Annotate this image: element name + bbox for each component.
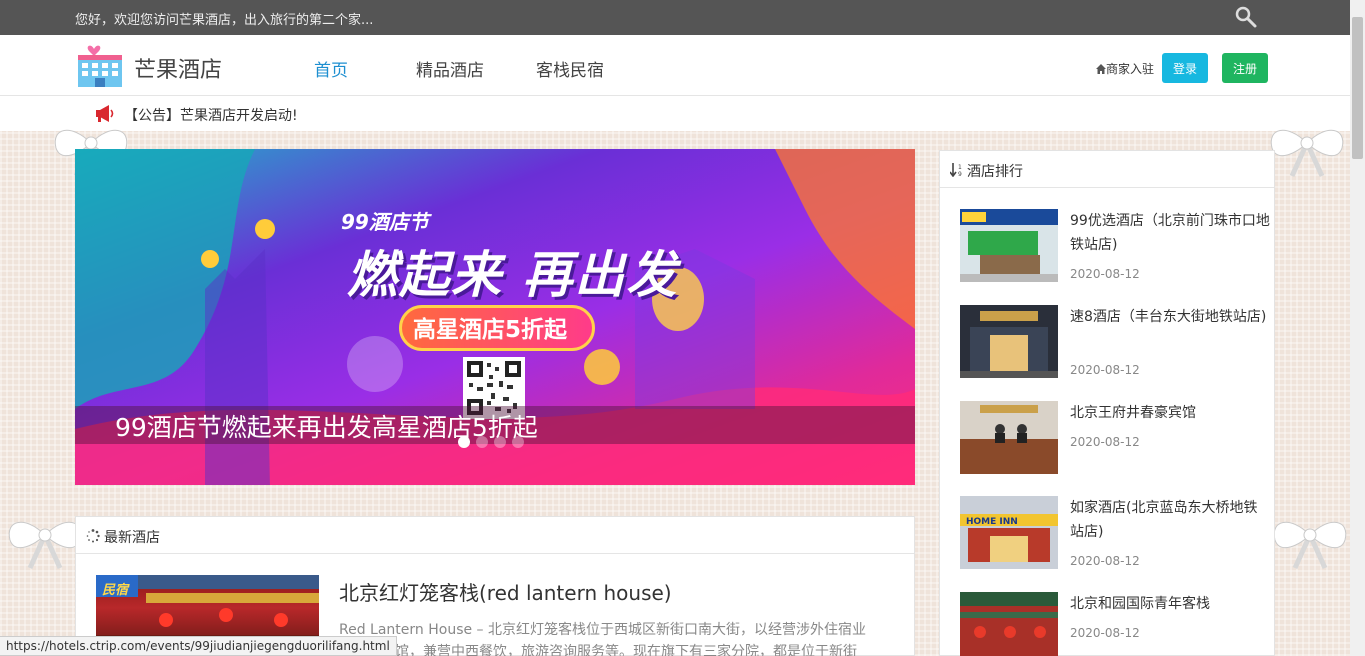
latest-hotel-name[interactable]: 北京红灯笼客栈(red lantern house) <box>339 577 672 606</box>
hotel-thumbnail[interactable] <box>960 209 1058 282</box>
ranking-date: 2020-08-12 <box>1070 554 1140 568</box>
homestay-badge: 民宿 <box>102 583 129 598</box>
ranking-header: 1 9 酒店排行 <box>940 151 1274 188</box>
sort-icon: 1 9 <box>950 163 962 177</box>
welcome-text: 您好，欢迎您访问芒果酒店，出入旅行的第二个家... <box>75 13 374 28</box>
login-button[interactable]: 登录 <box>1162 53 1208 83</box>
carousel-dot[interactable] <box>476 436 488 448</box>
banner-discount-text: 高星酒店5折起 <box>413 317 568 343</box>
carousel-dot[interactable] <box>512 436 524 448</box>
nav-home[interactable]: 首页 <box>314 56 348 81</box>
ranking-hotel-name[interactable]: 速8酒店（丰台东大街地铁站店) <box>1070 305 1270 329</box>
hotel-thumbnail[interactable] <box>960 401 1058 474</box>
nav-boutique-hotels[interactable]: 精品酒店 <box>416 56 484 81</box>
home-icon <box>1096 64 1106 74</box>
site-title[interactable]: 芒果酒店 <box>134 52 222 84</box>
banner-caption[interactable]: 99酒店节燃起来再出发高星酒店5折起 <box>115 408 538 444</box>
promo-banner-carousel[interactable]: 99酒店节 燃起来 再出发 高星酒店5折起 99酒店节燃起来再出发高星酒店5折起 <box>75 149 915 485</box>
ranking-title: 酒店排行 <box>967 164 1023 180</box>
search-icon[interactable] <box>1234 5 1258 29</box>
announcement-bar: 【公告】芒果酒店开发启动! <box>0 96 1350 131</box>
merchant-join-label: 商家入驻 <box>1106 62 1155 76</box>
browser-status-url: https://hotels.ctrip.com/events/99jiudia… <box>0 636 397 656</box>
ranking-hotel-name[interactable]: 如家酒店(北京蓝岛东大桥地铁站店) <box>1070 496 1270 544</box>
announcement-text[interactable]: 【公告】芒果酒店开发启动! <box>124 105 298 125</box>
hotel-thumbnail[interactable] <box>960 305 1058 378</box>
latest-hotels-panel: 最新酒店 民宿 北京红灯笼客栈(red lantern house) Red L… <box>75 516 915 656</box>
ranking-date: 2020-08-12 <box>1070 626 1140 640</box>
banner-slogan-small: 99酒店节 <box>341 210 429 234</box>
carousel-dot-active[interactable] <box>458 436 470 448</box>
ribbon-bow-icon <box>1273 521 1347 570</box>
nav-inns[interactable]: 客栈民宿 <box>536 56 604 81</box>
svg-text:HOME INN: HOME INN <box>966 517 1018 527</box>
merchant-join-link[interactable]: 商家入驻 <box>1096 60 1154 77</box>
hotel-ranking-panel: 1 9 酒店排行 99优选酒店（北京前门珠市口地铁站店) 2020-08-12 … <box>939 150 1275 656</box>
svg-text:1: 1 <box>958 164 962 171</box>
main-navbar: 芒果酒店 首页 精品酒店 客栈民宿 商家入驻 登录 注册 <box>0 35 1350 96</box>
latest-title: 最新酒店 <box>104 530 160 546</box>
ranking-date: 2020-08-12 <box>1070 435 1140 449</box>
top-bar: 您好，欢迎您访问芒果酒店，出入旅行的第二个家... <box>0 0 1350 35</box>
latest-header: 最新酒店 <box>76 517 914 554</box>
banner-slogan-big: 燃起来 再出发 <box>347 246 679 304</box>
page-scrollbar-thumb[interactable] <box>1352 17 1363 159</box>
ranking-date: 2020-08-12 <box>1070 363 1140 377</box>
ranking-hotel-name[interactable]: 99优选酒店（北京前门珠市口地铁站店) <box>1070 209 1270 257</box>
hotel-thumbnail[interactable] <box>960 592 1058 656</box>
register-button[interactable]: 注册 <box>1222 53 1268 83</box>
ribbon-bow-icon <box>1270 129 1344 178</box>
svg-text:9: 9 <box>958 171 962 177</box>
carousel-dot[interactable] <box>494 436 506 448</box>
latest-hotel-description: Red Lantern House – 北京红灯笼客栈位于西城区新街口南大街，以… <box>339 622 867 656</box>
hotel-logo-icon[interactable] <box>75 41 125 89</box>
spinner-icon <box>86 529 100 543</box>
hotel-thumbnail[interactable]: HOME INN <box>960 496 1058 569</box>
ranking-date: 2020-08-12 <box>1070 267 1140 281</box>
ranking-hotel-name[interactable]: 北京王府井春豪宾馆 <box>1070 401 1270 425</box>
ranking-hotel-name[interactable]: 北京和园国际青年客栈 <box>1070 592 1270 616</box>
